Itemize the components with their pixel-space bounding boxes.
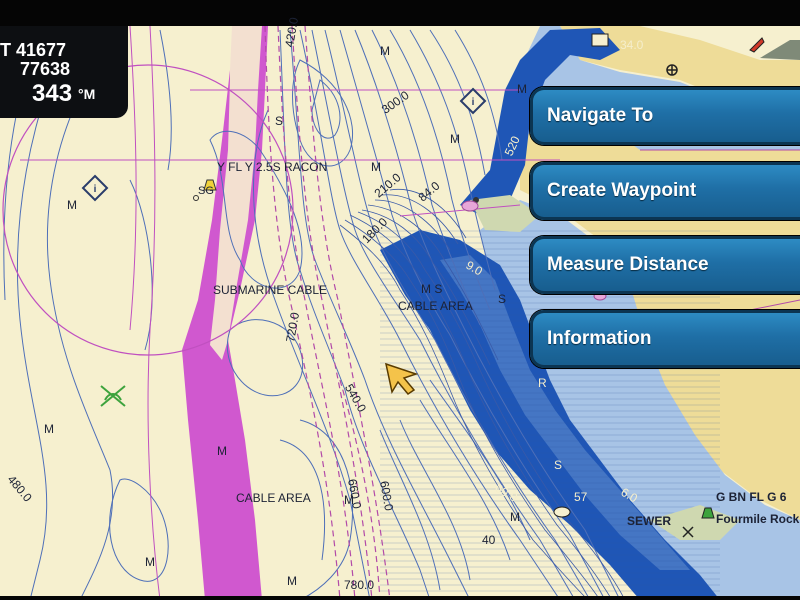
chartplotter-screen: i i 420.0 300.0 520 34.0 210.0 84.0 180.…	[0, 0, 800, 600]
heading-unit: °M	[78, 86, 96, 102]
measure-distance-button[interactable]: Measure Distance	[530, 236, 800, 294]
seabed-m: M	[380, 44, 390, 58]
seabed-label: M S	[421, 282, 443, 296]
seabed-m: M	[67, 198, 77, 212]
sewer-outfall-icon	[553, 506, 571, 518]
position-readout-box: T 41677 77638 343 °M	[0, 26, 128, 118]
screen-bezel-bottom	[0, 596, 800, 600]
position-latitude: T 41677	[0, 40, 67, 60]
seabed-m: M	[217, 444, 227, 458]
position-longitude: 77638	[20, 59, 71, 79]
depth-label: 57	[574, 490, 588, 504]
anchorage-icon	[666, 64, 678, 76]
sewer-label: SEWER	[627, 514, 672, 528]
seabed-m: M	[287, 574, 297, 588]
create-waypoint-button[interactable]: Create Waypoint	[530, 162, 800, 220]
depth-label: 780.0	[344, 578, 375, 592]
fourmile-rock-label: Fourmile Rock	[716, 512, 800, 526]
buoy-light-label: Y FL Y 2.5S RACON	[217, 160, 328, 174]
depth-label: 34.0	[620, 38, 644, 52]
navigate-to-button[interactable]: Navigate To	[530, 87, 800, 145]
seabed-s: S	[275, 114, 284, 128]
light-characteristic-label: G BN FL G 6	[716, 490, 787, 504]
measure-distance-label: Measure Distance	[547, 254, 709, 275]
seabed-m: M	[517, 82, 527, 96]
seabed-s: S	[498, 292, 507, 306]
svg-text:i: i	[472, 97, 475, 108]
cable-area-label: CABLE AREA	[398, 299, 473, 313]
marina-icon[interactable]	[591, 33, 609, 47]
depth-label: 40	[482, 533, 496, 547]
seabed-m: M	[371, 160, 381, 174]
svg-text:i: i	[94, 184, 97, 195]
buoy-label: SG	[198, 185, 214, 197]
cable-area-label: CABLE AREA	[236, 491, 311, 505]
seabed-m: M	[344, 493, 354, 507]
submarine-cable-label: SUBMARINE CABLE	[213, 283, 328, 297]
seabed-m: M	[145, 555, 155, 569]
pink-marker-icon	[461, 200, 479, 212]
seabed-s: S	[554, 458, 563, 472]
information-button[interactable]: Information	[530, 310, 800, 368]
seabed-r: R	[538, 376, 547, 390]
heading-value: 343	[32, 80, 73, 107]
navigate-to-label: Navigate To	[547, 105, 654, 126]
seabed-m: M	[44, 422, 54, 436]
seabed-m: M	[450, 132, 460, 146]
information-label: Information	[547, 328, 652, 349]
seabed-m: M	[510, 510, 520, 524]
create-waypoint-label: Create Waypoint	[547, 180, 697, 201]
